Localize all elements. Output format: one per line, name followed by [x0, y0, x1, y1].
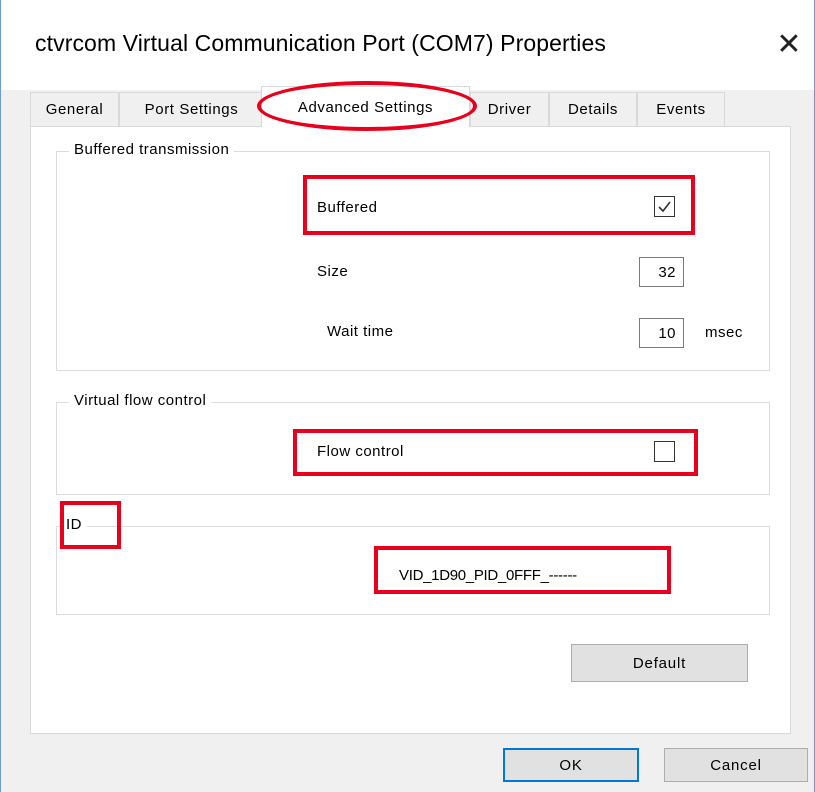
tab-events[interactable]: Events: [637, 92, 725, 126]
virtual-flow-control-label: Virtual flow control: [69, 392, 212, 409]
close-icon: ✕: [776, 28, 802, 61]
wait-time-input[interactable]: 10: [639, 318, 684, 348]
tab-advanced-settings[interactable]: Advanced Settings: [261, 86, 470, 127]
tab-details[interactable]: Details: [549, 92, 637, 126]
properties-dialog: ctvrcom Virtual Communication Port (COM7…: [0, 0, 815, 792]
wait-time-unit: msec: [705, 324, 743, 341]
advanced-settings-panel: Buffered transmission Buffered Size 32 W…: [30, 126, 791, 734]
device-id-value: VID_1D90_PID_0FFF_------: [399, 567, 577, 584]
tab-port-settings[interactable]: Port Settings: [119, 92, 264, 126]
size-input[interactable]: 32: [639, 257, 684, 287]
id-group: ID VID_1D90_PID_0FFF_------: [56, 516, 770, 615]
wait-time-label: Wait time: [327, 323, 394, 340]
buffered-transmission-group: Buffered transmission Buffered Size 32 W…: [56, 141, 770, 371]
tab-driver[interactable]: Driver: [470, 92, 549, 126]
default-button[interactable]: Default: [571, 644, 748, 682]
id-group-label: ID: [61, 516, 87, 533]
flow-control-label: Flow control: [317, 443, 404, 460]
ok-button[interactable]: OK: [503, 748, 639, 782]
virtual-flow-control-group: Virtual flow control Flow control: [56, 392, 770, 495]
size-label: Size: [317, 263, 349, 280]
tab-general[interactable]: General: [30, 92, 119, 126]
buffered-checkbox[interactable]: [654, 196, 675, 217]
buffered-transmission-label: Buffered transmission: [69, 141, 235, 158]
window-title: ctvrcom Virtual Communication Port (COM7…: [35, 30, 606, 56]
flow-control-checkbox[interactable]: [654, 441, 675, 462]
title-bar: ctvrcom Virtual Communication Port (COM7…: [1, 0, 814, 90]
checkmark-icon: [658, 201, 671, 213]
buffered-label: Buffered: [317, 199, 378, 216]
close-button[interactable]: ✕: [764, 20, 814, 70]
cancel-button[interactable]: Cancel: [664, 748, 808, 782]
